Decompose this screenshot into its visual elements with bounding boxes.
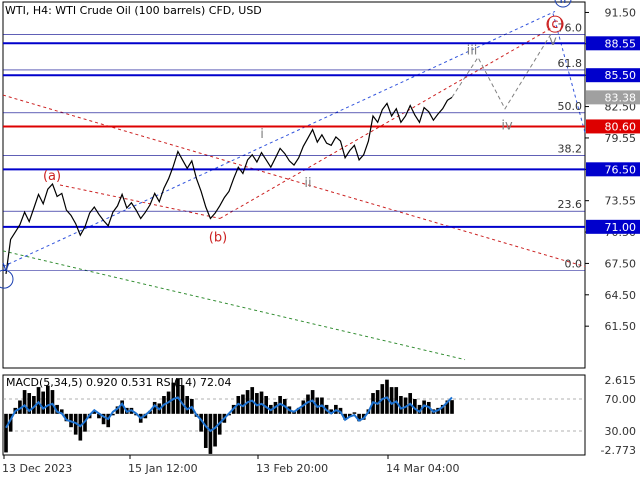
price-chart[interactable]: 76.061.850.038.223.60.0(a)(b)(c)iiiiiiiv… (0, 0, 640, 480)
fib-label: 38.2 (558, 143, 583, 156)
x-tick-label: 15 Jan 12:00 (128, 462, 198, 475)
indicator-tick-label: -2.773 (601, 444, 636, 457)
wave-label: ii (304, 176, 311, 191)
macd-bar (45, 385, 50, 414)
macd-bar (4, 413, 8, 453)
level-tag-label: 76.50 (605, 163, 637, 176)
chart-title: WTI, H4: WTI Crude Oil (100 barrels) CFD… (5, 4, 262, 17)
wave-label: (a) (43, 169, 61, 184)
fib-label: 23.6 (558, 198, 583, 211)
macd-bar (180, 385, 185, 414)
macd-bar (450, 400, 454, 414)
macd-bar (203, 413, 208, 448)
level-tag-label: 88.55 (605, 37, 637, 50)
level-tag-label: 80.60 (605, 120, 637, 133)
wave-label: i (260, 127, 264, 142)
wave-label: iv (501, 119, 513, 134)
level-tag-label: 71.00 (605, 221, 637, 234)
indicator-tick-label: 2.615 (605, 374, 637, 387)
x-tick-label: 14 Mar 04:00 (386, 462, 459, 475)
y-tick-label: 73.55 (605, 195, 637, 208)
y-tick-label: 91.50 (605, 6, 637, 19)
main-plot-frame (2, 1, 586, 369)
y-tick-label: 64.50 (605, 289, 637, 302)
level-tag-label: 85.50 (605, 69, 637, 82)
macd-bar (259, 391, 264, 414)
wave-label: v (549, 34, 557, 49)
current-price-label: 83.38 (605, 91, 637, 104)
macd-bar (185, 396, 190, 414)
macd-bar (50, 390, 55, 414)
macd-bar (213, 413, 217, 447)
y-tick-label: 61.50 (605, 320, 637, 333)
macd-bar (41, 391, 45, 414)
wave-label: ii (559, 0, 566, 7)
chart-root: WTI, H4: WTI Crude Oil (100 barrels) CFD… (0, 0, 640, 480)
macd-bar (208, 413, 213, 454)
y-tick-label: 79.55 (605, 132, 637, 145)
indicator-tick-label: 30.00 (605, 425, 637, 438)
wave-label: (b) (209, 230, 227, 245)
fib-label: 0.0 (565, 258, 583, 271)
macd-bar (36, 387, 41, 414)
fib-label: 50.0 (558, 100, 583, 113)
macd-bar (176, 378, 180, 414)
indicator-tick-label: 70.00 (605, 393, 637, 406)
fib-label: 61.8 (558, 57, 583, 70)
wave-label: iii (467, 43, 478, 58)
x-tick-label: 13 Feb 20:00 (256, 462, 328, 475)
wave-label: v (2, 260, 10, 275)
x-tick-label: 13 Dec 2023 (2, 462, 72, 475)
y-tick-label: 67.50 (605, 257, 637, 270)
macd-bar (352, 412, 357, 414)
macd-bar (22, 390, 27, 414)
indicator-label: MACD(5,34,5) 0.920 0.531 RSI(14) 72.04 (6, 376, 231, 389)
